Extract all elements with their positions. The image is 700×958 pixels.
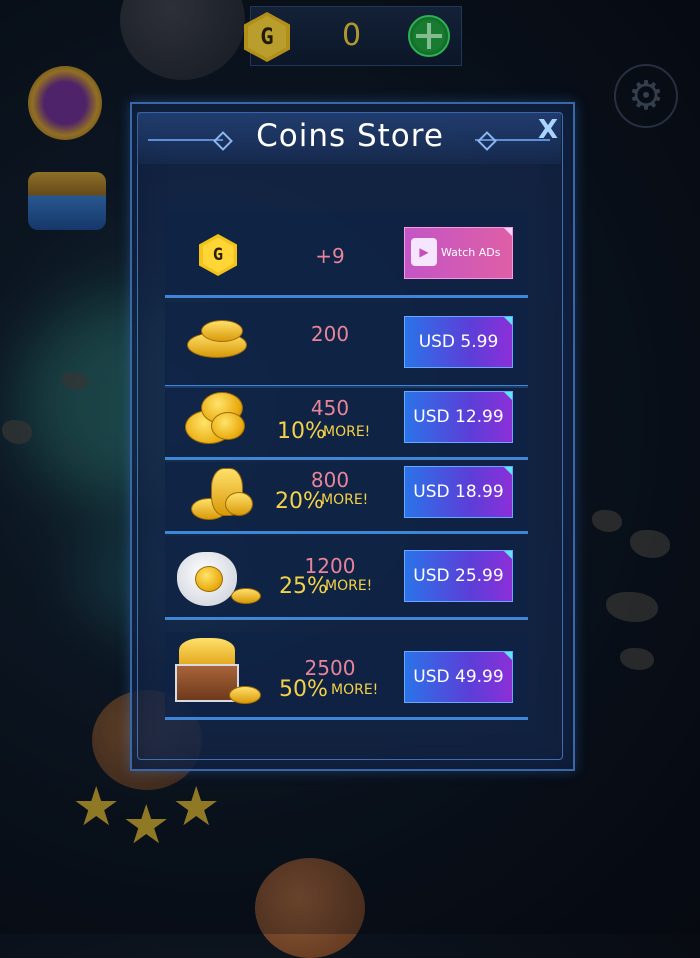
- coin-icon: [225, 492, 253, 516]
- g-coin-icon: G: [199, 234, 237, 276]
- close-button[interactable]: X: [535, 116, 561, 144]
- title-divider: [148, 139, 223, 141]
- store-row-450: 450 10% MORE! USD 12.99: [165, 386, 528, 460]
- buy-800-button[interactable]: USD 18.99: [404, 466, 513, 518]
- watch-ads-label: Watch ADs: [441, 246, 501, 259]
- store-row-ads: G +9 ▶ Watch ADs: [165, 212, 528, 298]
- row-divider: [165, 295, 528, 298]
- bonus-more-label: MORE!: [331, 682, 379, 698]
- row-divider: [165, 457, 528, 460]
- bonus-more-label: MORE!: [325, 578, 373, 594]
- bonus-more-label: MORE!: [323, 424, 371, 440]
- coin-icon: [229, 686, 261, 704]
- store-row-800: 800 20% MORE! USD 18.99: [165, 462, 528, 534]
- reward-amount: +9: [315, 244, 345, 268]
- video-play-icon: ▶: [411, 238, 437, 266]
- coin-icon: [195, 566, 223, 592]
- coin-amount: 450: [310, 396, 350, 420]
- row-divider: [165, 717, 528, 720]
- row-divider: [165, 617, 528, 620]
- coin-icon: [201, 320, 243, 342]
- bonus-percent: 50%: [279, 677, 328, 702]
- row-divider: [165, 531, 528, 534]
- page-title: Coins Store: [256, 118, 444, 154]
- buy-1200-button[interactable]: USD 25.99: [404, 550, 513, 602]
- bonus-more-label: MORE!: [321, 492, 369, 508]
- buy-2500-button[interactable]: USD 49.99: [404, 651, 513, 703]
- buy-200-button[interactable]: USD 5.99: [404, 316, 513, 368]
- store-row-200: 200 USD 5.99: [165, 302, 528, 388]
- coin-amount: 200: [310, 322, 350, 346]
- bonus-percent: 25%: [279, 574, 328, 599]
- store-row-1200: 1200 25% MORE! USD 25.99: [165, 536, 528, 620]
- watch-ads-button[interactable]: ▶ Watch ADs: [404, 227, 513, 279]
- buy-450-button[interactable]: USD 12.99: [404, 391, 513, 443]
- coin-icon: [231, 588, 261, 604]
- coin-icon: [211, 412, 245, 440]
- bonus-percent: 20%: [275, 489, 324, 514]
- store-row-2500: 2500 50% MORE! USD 49.99: [165, 632, 528, 720]
- bonus-percent: 10%: [277, 419, 326, 444]
